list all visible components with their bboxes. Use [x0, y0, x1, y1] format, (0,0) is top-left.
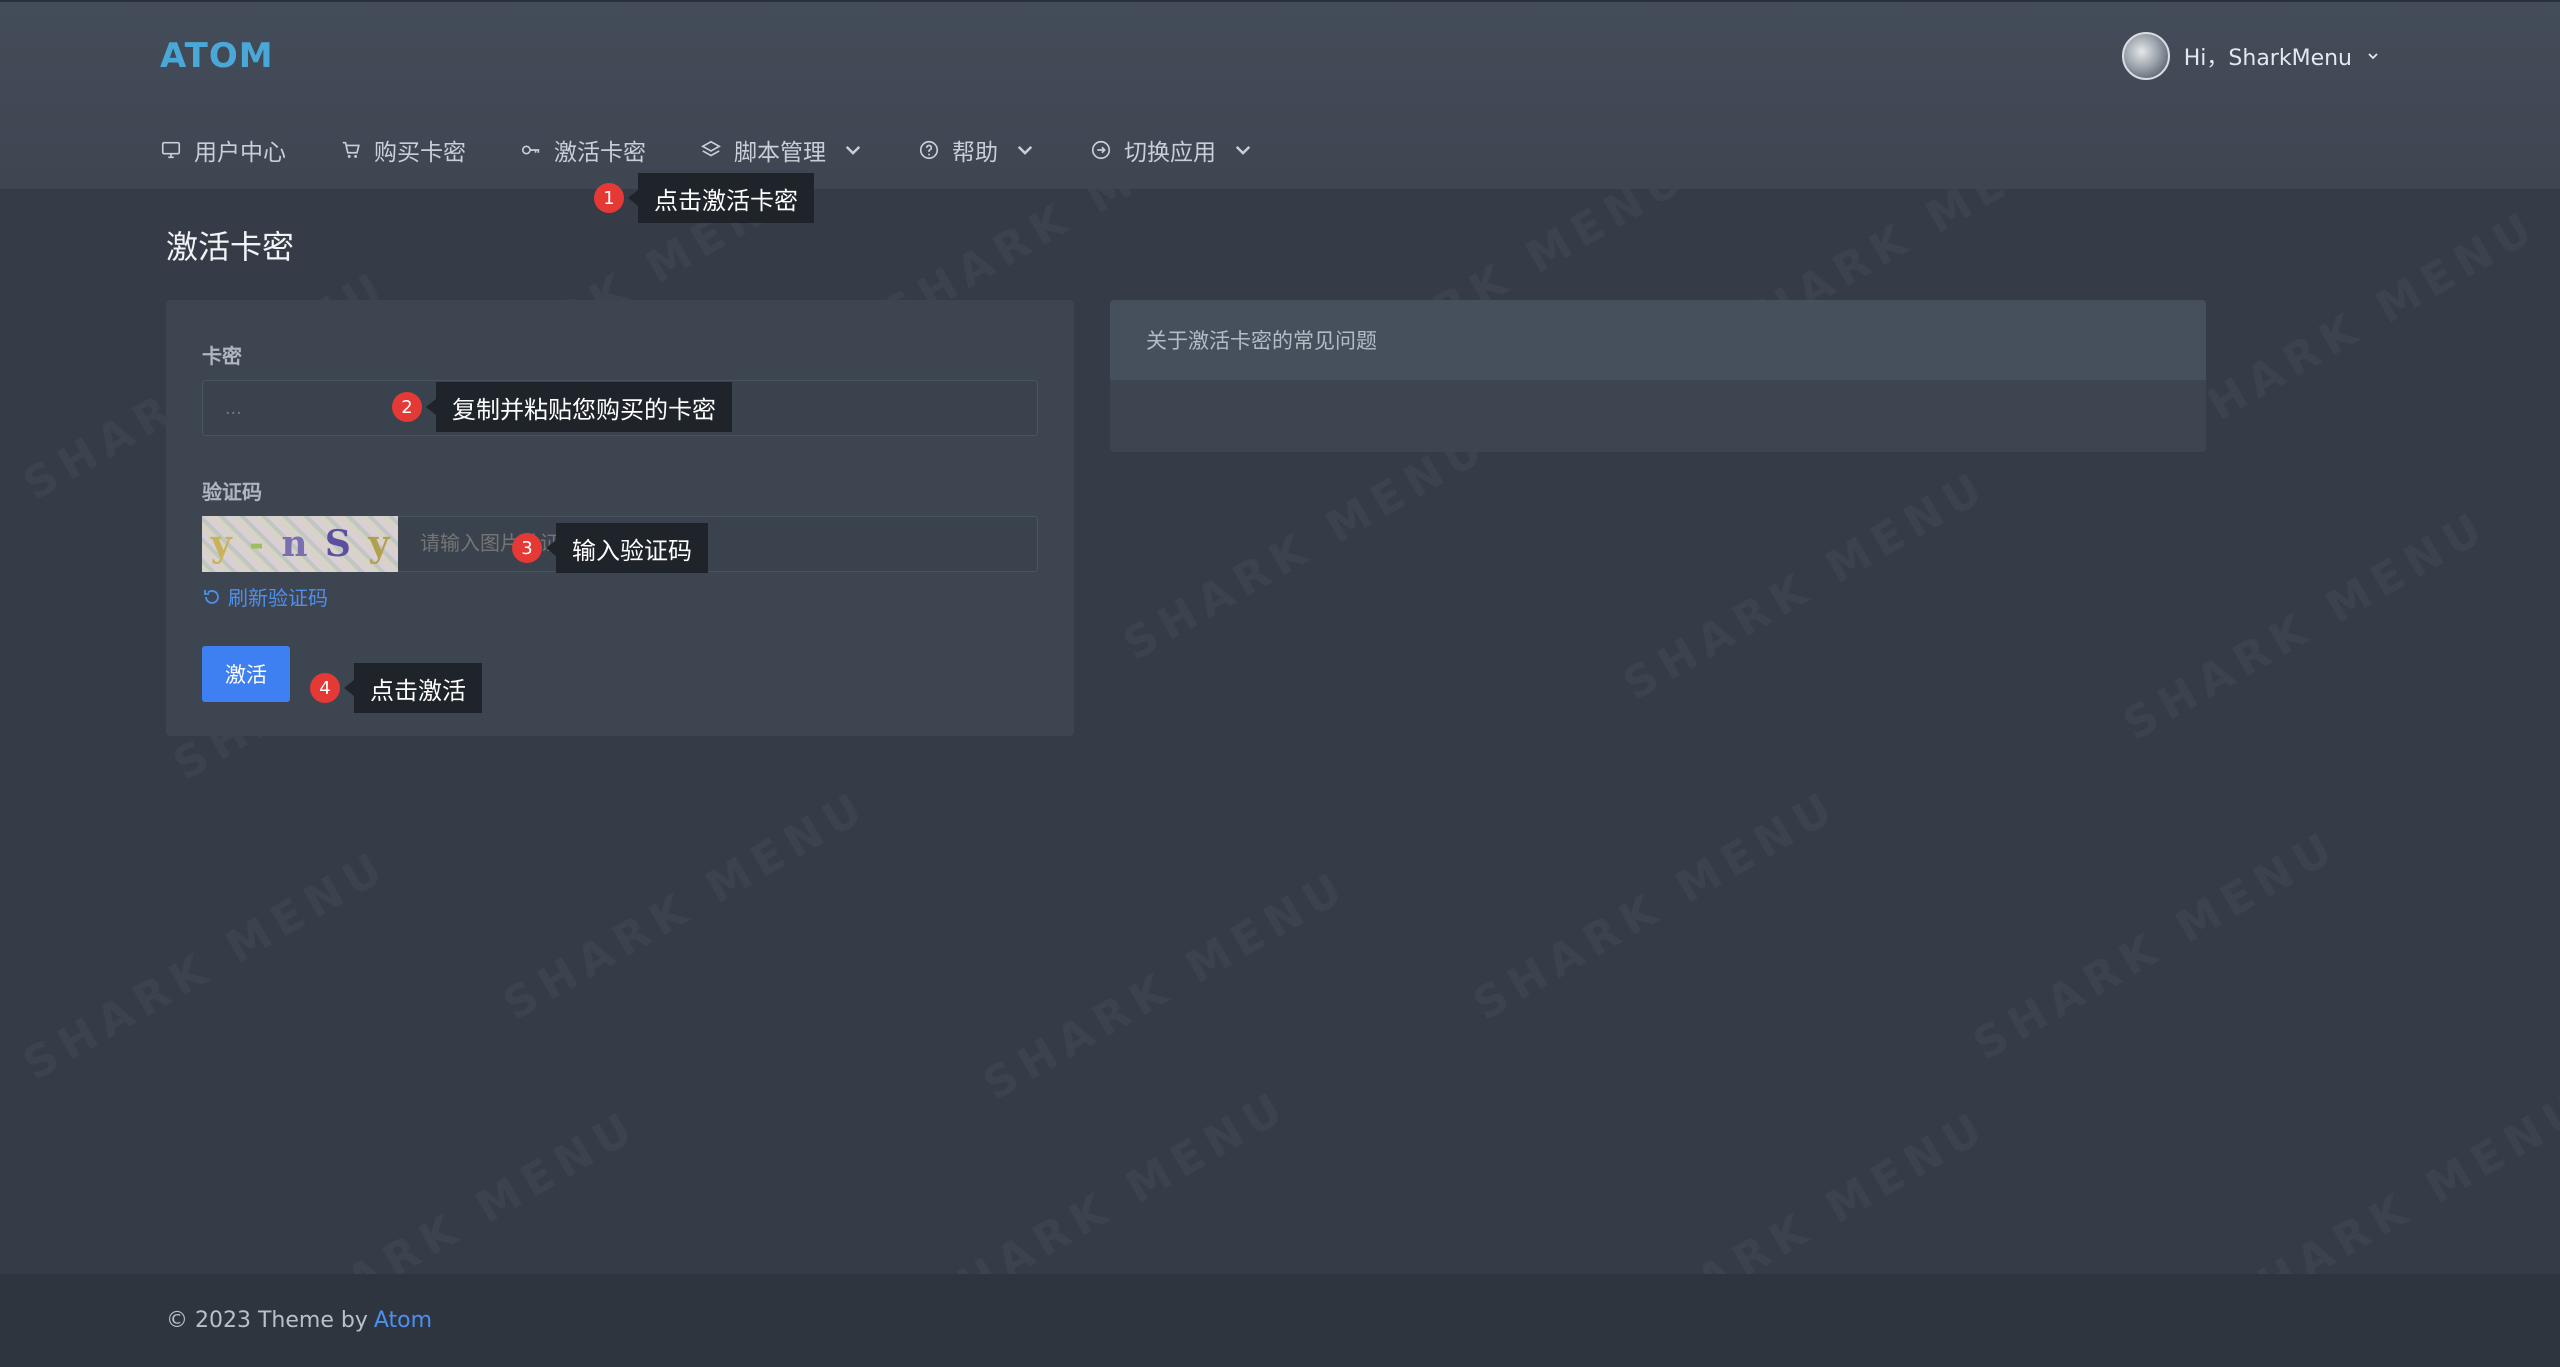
key-icon — [521, 145, 540, 155]
watermark-text: SHARK MENU — [2165, 200, 2548, 450]
watermark-text: SHARK MENU — [975, 860, 1358, 1110]
captcha-input[interactable] — [398, 516, 1038, 572]
chevron-down-icon — [845, 145, 861, 155]
help-circle-icon — [919, 140, 939, 160]
activate-form-card: 卡密 验证码 y - n S y 刷新验证码 激活 — [166, 300, 1074, 736]
activate-button[interactable]: 激活 — [202, 646, 290, 702]
watermark-text: SHARK MENU — [1965, 820, 2348, 1070]
monitor-icon — [161, 141, 181, 159]
watermark-text: SHARK MENU — [2115, 500, 2498, 750]
chevron-down-icon — [1017, 145, 1033, 155]
layers-icon — [701, 140, 721, 157]
nav-item-help[interactable]: 帮助 — [918, 133, 1036, 167]
card-key-label: 卡密 — [202, 344, 242, 368]
cart-icon — [342, 141, 360, 158]
annotation-2: 2 复制并粘贴您购买的卡密 — [392, 382, 732, 432]
annotation-tip: 点击激活 — [354, 663, 482, 713]
avatar[interactable] — [2121, 32, 2170, 80]
nav-item-script-manage[interactable]: 脚本管理 — [700, 133, 864, 167]
chevron-down-icon — [2368, 53, 2378, 60]
annotation-3: 3 输入验证码 — [512, 523, 708, 573]
watermark-text: SHARK MENU — [15, 840, 398, 1090]
user-greeting[interactable]: Hi，SharkMenu — [2184, 40, 2352, 72]
user-menu[interactable]: Hi，SharkMenu — [2121, 32, 2380, 80]
refresh-icon — [204, 589, 219, 604]
chevron-down-icon — [1235, 145, 1251, 155]
nav-item-label: 用户中心 — [194, 140, 286, 166]
faq-title: 关于激活卡密的常见问题 — [1110, 300, 2206, 380]
watermark-text: SHARK MENU — [1465, 780, 1848, 1030]
nav-item-activate-card[interactable]: 激活卡密 — [520, 133, 646, 167]
watermark-text: SHARK MENU — [1115, 420, 1498, 670]
faq-card: 关于激活卡密的常见问题 — [1110, 300, 2206, 452]
annotation-4: 4 点击激活 — [310, 663, 482, 713]
watermark-text: SHARK MENU — [495, 780, 878, 1030]
refresh-captcha-link[interactable]: 刷新验证码 — [202, 582, 328, 611]
watermark-text: SHARK MENU — [1615, 460, 1998, 710]
logo[interactable]: ATOM — [160, 36, 274, 76]
annotation-badge: 2 — [392, 392, 422, 422]
nav-item-label: 帮助 — [952, 140, 998, 166]
annotation-tip: 点击激活卡密 — [638, 173, 814, 223]
page-title: 激活卡密 — [166, 228, 295, 266]
annotation-badge: 1 — [594, 183, 624, 213]
annotation-tip: 输入验证码 — [556, 523, 708, 573]
footer: © 2023 Theme by Atom — [0, 1274, 2560, 1367]
annotation-tip: 复制并粘贴您购买的卡密 — [436, 382, 732, 432]
annotation-badge: 3 — [512, 533, 542, 563]
refresh-label: 刷新验证码 — [228, 586, 328, 610]
annotation-1: 1 点击激活卡密 — [594, 173, 814, 223]
main-nav: 用户中心 购买卡密 激活卡密 脚本管理 帮助 切换应用 — [160, 128, 1254, 172]
nav-item-user-center[interactable]: 用户中心 — [160, 133, 286, 167]
annotation-badge: 4 — [310, 673, 340, 703]
nav-item-switch-app[interactable]: 切换应用 — [1090, 133, 1254, 167]
nav-item-buy-card[interactable]: 购买卡密 — [340, 133, 466, 167]
captcha-image[interactable]: y - n S y — [202, 516, 398, 572]
captcha-label: 验证码 — [202, 480, 262, 504]
footer-text: © 2023 Theme by — [166, 1308, 368, 1333]
nav-item-label: 切换应用 — [1124, 140, 1216, 166]
nav-item-label: 购买卡密 — [374, 140, 466, 166]
nav-item-label: 脚本管理 — [734, 140, 826, 166]
arrow-circle-icon — [1091, 140, 1111, 160]
footer-atom-link[interactable]: Atom — [374, 1308, 432, 1333]
nav-item-label: 激活卡密 — [554, 140, 646, 166]
top-header: ATOM Hi，SharkMenu 用户中心 购买卡密 激活卡密 脚本管理 帮助 — [0, 0, 2560, 189]
